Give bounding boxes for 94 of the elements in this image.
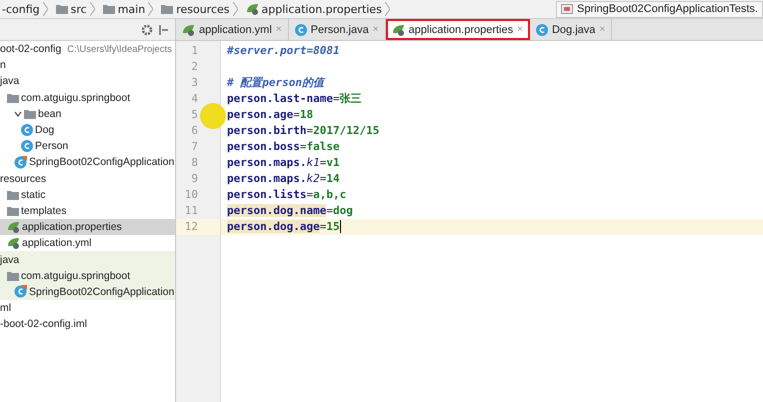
tree-item-label: static xyxy=(21,188,46,201)
chevron-icon xyxy=(232,2,238,16)
code-line: #server.port=8081 xyxy=(226,43,341,59)
line-number: 12 xyxy=(176,219,220,235)
tree-item[interactable]: -boot-02-config.iml xyxy=(0,316,175,332)
tree-item[interactable]: SpringBoot02ConfigApplication xyxy=(0,284,175,300)
code-line: person.maps.k1=v1 xyxy=(226,155,341,171)
tree-item-label: -boot-02-config.iml xyxy=(0,318,87,330)
code-line: person.dog.name=dog xyxy=(226,203,354,219)
tree-item[interactable]: com.atguigu.springboot xyxy=(0,90,175,106)
leaf-icon xyxy=(182,24,195,36)
line-number: 4 xyxy=(190,91,199,107)
breadcrumb-item[interactable]: src xyxy=(70,2,87,16)
line-number: 11 xyxy=(184,203,199,219)
tree-item[interactable]: java xyxy=(0,73,175,90)
folder-icon xyxy=(7,270,19,281)
tree-item-label: Dog xyxy=(35,124,54,136)
breadcrumb-item[interactable]: application.properties xyxy=(262,2,382,16)
folder-icon xyxy=(56,4,68,14)
class-icon xyxy=(21,140,33,152)
tree-item-label: oot-02-config xyxy=(0,43,62,56)
collapse-icon[interactable] xyxy=(159,24,169,36)
line-number: 1 xyxy=(190,43,199,59)
folder-icon xyxy=(7,92,19,103)
gear-icon[interactable] xyxy=(141,24,153,36)
chevron-icon[interactable] xyxy=(14,110,22,117)
tree-item-label: SpringBoot02ConfigApplication xyxy=(29,286,174,298)
leaf-icon xyxy=(392,24,405,36)
line-number: 10 xyxy=(184,187,199,203)
tree-item[interactable]: application.properties xyxy=(0,219,175,236)
line-number: 6 xyxy=(190,123,199,139)
code-line: # 配置person的值 xyxy=(226,75,326,91)
line-number: 7 xyxy=(190,139,199,155)
leaf-icon xyxy=(246,3,258,15)
tree-item-label: n xyxy=(0,59,6,72)
class-icon xyxy=(536,24,548,36)
tree-item[interactable]: java xyxy=(0,251,175,268)
folder-icon xyxy=(7,206,19,216)
chevron-icon xyxy=(384,2,390,16)
project-path: C:\Users\lfy\IdeaProjects xyxy=(67,44,172,55)
tree-item[interactable]: application.yml xyxy=(0,235,175,252)
tree-item[interactable]: ml xyxy=(0,300,175,316)
code-line: person.boss=false xyxy=(226,139,341,155)
tree-item-label: Person xyxy=(35,140,68,152)
folder-icon xyxy=(24,108,36,119)
line-number: 8 xyxy=(190,155,199,171)
tree-item-label: java xyxy=(0,254,20,266)
tree-item-label: java xyxy=(0,75,20,88)
leaf-icon xyxy=(7,221,20,234)
code-line: person.maps.k2=14 xyxy=(226,171,341,187)
tree-item[interactable]: templates xyxy=(0,202,175,220)
line-number: 9 xyxy=(190,171,199,187)
tree-item[interactable]: SpringBoot02ConfigApplication xyxy=(0,154,175,170)
tree-item[interactable]: com.atguigu.springboot xyxy=(0,268,175,284)
tree-item[interactable]: Dog xyxy=(0,122,175,138)
leaf-icon xyxy=(7,237,20,250)
breadcrumb-item[interactable]: -config xyxy=(2,2,40,16)
folder-icon xyxy=(102,4,115,14)
tree-item-label: com.atguigu.springboot xyxy=(21,92,130,104)
tree-item-label: com.atguigu.springboot xyxy=(21,270,130,282)
breadcrumb-item[interactable]: main xyxy=(118,2,146,16)
chevron-icon xyxy=(90,2,95,16)
chevron-icon xyxy=(148,2,154,16)
line-number: 2 xyxy=(190,59,199,75)
tree-item-label: templates xyxy=(21,204,67,217)
tree-item[interactable]: Person xyxy=(0,138,175,154)
editor-tab[interactable]: application.properties × xyxy=(386,19,530,40)
line-number: 3 xyxy=(190,75,199,91)
tree-item-label: bean xyxy=(38,108,62,120)
tree-item[interactable]: n xyxy=(0,57,175,74)
tree-item-label: SpringBoot02ConfigApplication xyxy=(29,156,174,168)
code-line: person.lists=a,b,c xyxy=(226,187,348,203)
tree-item-label: ml xyxy=(0,302,12,314)
tree-item-label: application.properties xyxy=(22,221,122,234)
tree-item[interactable]: resources xyxy=(0,170,175,187)
class-icon xyxy=(14,156,27,169)
code-line: person.birth=2017/12/15 xyxy=(226,123,380,139)
code-line: person.last-name=张三 xyxy=(226,91,363,107)
code-line: person.age=18 xyxy=(226,107,314,123)
folder-icon xyxy=(161,4,174,14)
tree-item[interactable]: oot-02-config C:\Users\lfy\IdeaProjects xyxy=(0,41,175,58)
class-icon xyxy=(14,285,27,298)
tree-item[interactable]: static xyxy=(0,186,175,203)
class-icon xyxy=(294,24,307,36)
breadcrumb-item[interactable]: resources xyxy=(176,2,230,16)
chevron-icon xyxy=(42,2,48,16)
config-icon xyxy=(560,4,573,14)
line-number: 5 xyxy=(190,107,199,123)
run-config-selector[interactable]: SpringBoot02ConfigApplicationTests. xyxy=(556,0,763,18)
tree-item[interactable]: bean xyxy=(0,106,175,122)
tree-item-label: resources xyxy=(0,172,46,185)
folder-icon xyxy=(7,190,19,200)
class-icon xyxy=(21,124,33,136)
tree-item-label: application.yml xyxy=(22,237,92,250)
